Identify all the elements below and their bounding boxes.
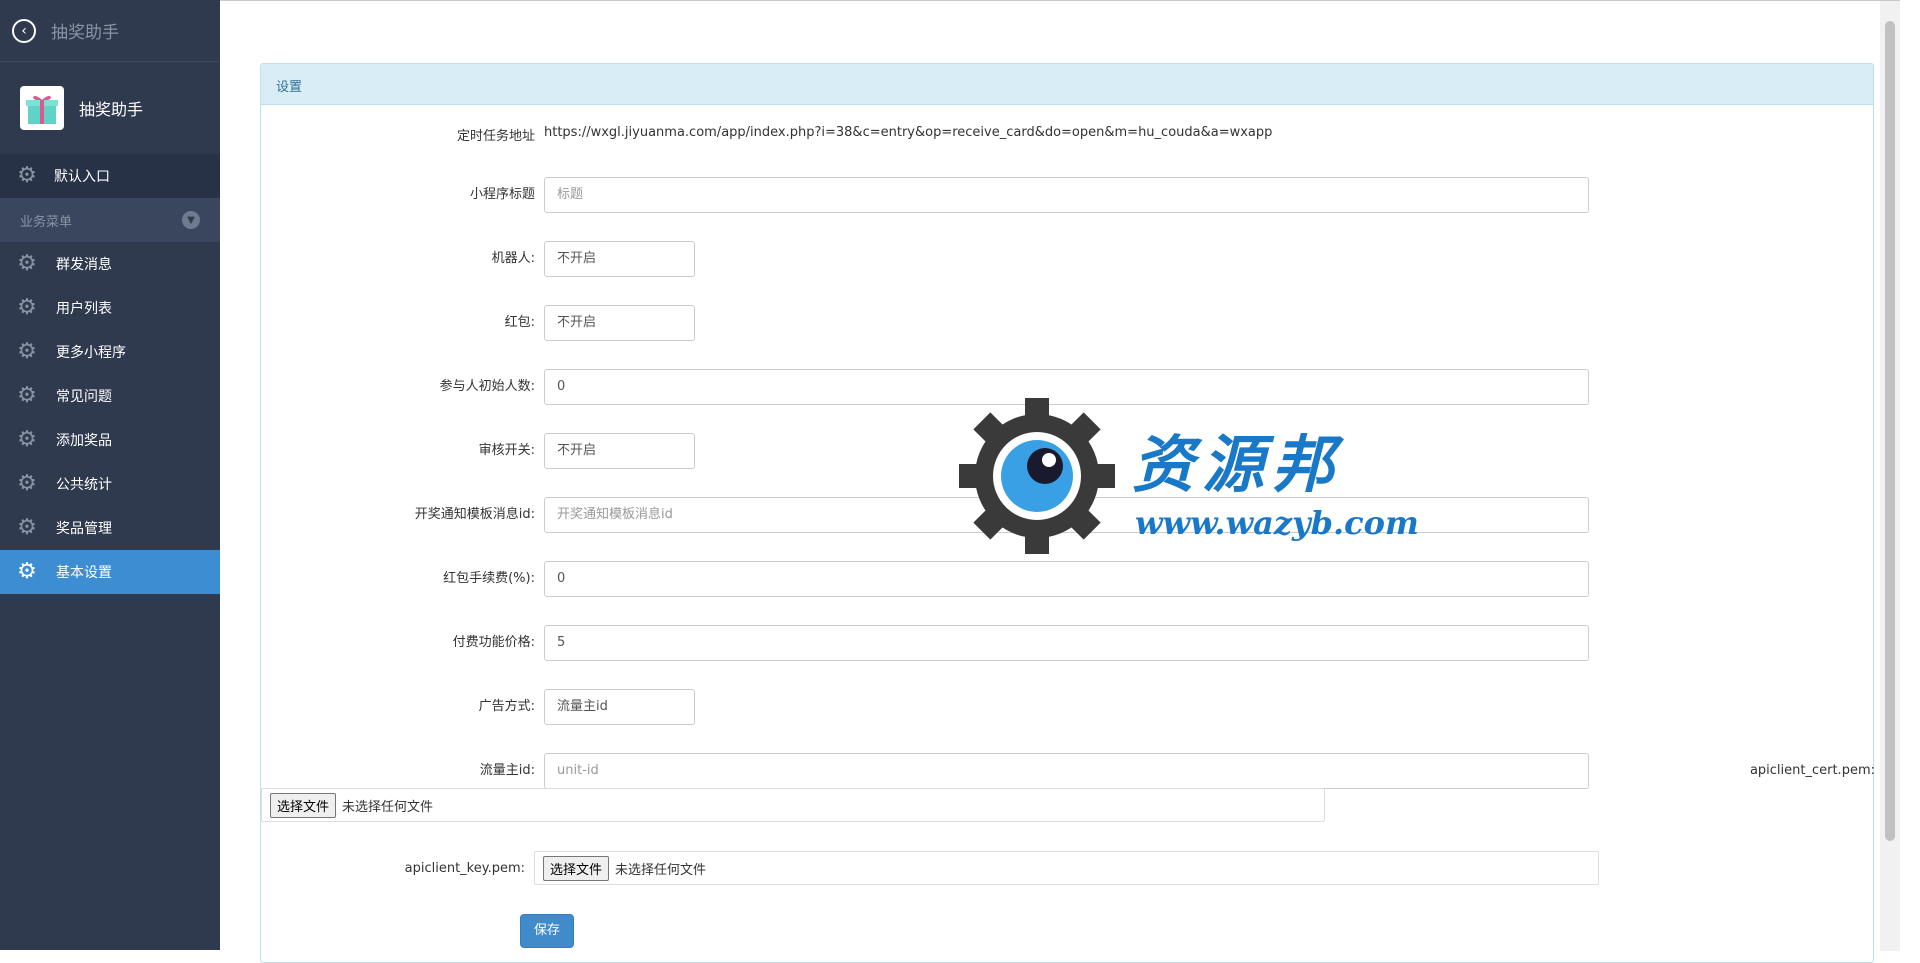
settings-panel: 设置 定时任务地址 https://wxgl.jiyuanma.com/app/… [260,63,1875,963]
title-input[interactable]: 标题 [544,177,1589,213]
gear-icon: ⚙ [17,295,37,320]
sidebar-group-business[interactable]: 业务菜单 ▼ [0,198,220,242]
panel-heading: 设置 [261,64,1873,105]
sidebar-item-broadcast[interactable]: ⚙ 群发消息 [0,242,220,286]
back-icon[interactable]: ‹ [12,18,36,43]
template-id-label: 开奖通知模板消息id: [414,507,535,522]
sidebar-item-label: 添加奖品 [56,433,112,449]
task-url-value: https://wxgl.jiyuanma.com/app/index.php?… [544,125,1273,140]
form-row-key: apiclient_key.pem: 选择文件 未选择任何文件 [261,851,1875,887]
key-choose-file-button[interactable]: 选择文件 [543,855,610,881]
initial-count-label: 参与人初始人数: [439,379,535,394]
sidebar-item-add-prize[interactable]: ⚙ 添加奖品 [0,418,220,462]
sidebar-item-label: 基本设置 [56,565,112,581]
price-label: 付费功能价格: [452,635,535,650]
sidebar-item-user-list[interactable]: ⚙ 用户列表 [0,286,220,330]
sidebar-header: ‹ 抽奖助手 [0,0,220,62]
sidebar-item-label: 奖品管理 [56,521,112,537]
key-label: apiclient_key.pem: [404,861,525,876]
sidebar-group-label: 业务菜单 [20,214,73,230]
task-url-label: 定时任务地址 [456,129,535,144]
form-row-ad-mode: 广告方式: 流量主id [261,689,1875,725]
form-row-task-url: 定时任务地址 https://wxgl.jiyuanma.com/app/ind… [261,119,1875,155]
form-row-initial-count: 参与人初始人数: 0 [261,369,1875,405]
form-row-template-id: 开奖通知模板消息id: 开奖通知模板消息id [261,497,1875,533]
gear-icon: ⚙ [17,251,37,276]
sidebar-item-label: 公共统计 [56,477,112,493]
sidebar-item-label: 常见问题 [56,389,112,405]
key-file-input: 选择文件 未选择任何文件 [534,851,1599,885]
gear-icon: ⚙ [17,163,37,188]
sidebar-item-public-stats[interactable]: ⚙ 公共统计 [0,462,220,506]
template-id-input[interactable]: 开奖通知模板消息id [544,497,1589,533]
form-row-unit-id: 流量主id: unit-id apiclient_cert.pem: [261,753,1875,789]
review-select[interactable]: 不开启 [544,433,695,469]
fee-label: 红包手续费(%): [443,571,535,586]
title-label: 小程序标题 [469,187,535,202]
form-row-fee: 红包手续费(%): 0 [261,561,1875,597]
form-row-robot: 机器人: 不开启 [261,241,1875,277]
redpack-label: 红包: [504,315,535,330]
form-row-price: 付费功能价格: 5 [261,625,1875,661]
app-name: 抽奖助手 [79,100,144,119]
sidebar-item-prize-management[interactable]: ⚙ 奖品管理 [0,506,220,550]
fee-input[interactable]: 0 [544,561,1589,597]
form-row-title: 小程序标题 标题 [261,177,1875,213]
sidebar-item-faq[interactable]: ⚙ 常见问题 [0,374,220,418]
gear-icon: ⚙ [17,383,37,408]
gear-icon: ⚙ [17,559,37,584]
unit-id-input[interactable]: unit-id [544,753,1589,789]
form-row-redpack: 红包: 不开启 [261,305,1875,341]
chevron-down-icon[interactable]: ▼ [182,211,200,229]
app-info: 抽奖助手 [0,62,220,154]
gift-icon [20,86,64,130]
sidebar-item-basic-settings[interactable]: ⚙ 基本设置 [0,550,220,594]
sidebar-top-title: 抽奖助手 [51,23,119,43]
sidebar-item-more-miniprograms[interactable]: ⚙ 更多小程序 [0,330,220,374]
gear-icon: ⚙ [17,427,37,452]
cert-file-input: 选择文件 未选择任何文件 [261,788,1325,822]
key-file-status: 未选择任何文件 [615,862,707,878]
gear-icon: ⚙ [17,471,37,496]
form-row-review: 审核开关: 不开启 [261,433,1875,469]
gear-icon: ⚙ [17,339,37,364]
ad-mode-select[interactable]: 流量主id [544,689,695,725]
cert-choose-file-button[interactable]: 选择文件 [270,792,337,818]
gear-icon: ⚙ [17,515,37,540]
robot-select[interactable]: 不开启 [544,241,695,277]
sidebar-item-label: 更多小程序 [56,345,126,361]
save-button[interactable]: 保存 [520,914,574,948]
sidebar-item-default-entry[interactable]: ⚙ 默认入口 [0,154,220,198]
sidebar-item-label: 群发消息 [56,257,112,273]
review-label: 审核开关: [478,443,535,458]
ad-mode-label: 广告方式: [478,699,535,714]
main-content: 设置 定时任务地址 https://wxgl.jiyuanma.com/app/… [220,0,1900,963]
initial-count-input[interactable]: 0 [544,369,1589,405]
sidebar-item-label: 用户列表 [56,301,112,317]
robot-label: 机器人: [491,251,535,266]
vertical-scrollbar[interactable] [1880,1,1900,951]
scrollbar-thumb[interactable] [1885,21,1895,841]
redpack-select[interactable]: 不开启 [544,305,695,341]
cert-file-status: 未选择任何文件 [342,799,434,815]
sidebar-item-label: 默认入口 [54,169,110,185]
unit-id-label: 流量主id: [479,763,535,778]
price-input[interactable]: 5 [544,625,1589,661]
cert-label: apiclient_cert.pem: [1749,763,1875,778]
sidebar: ‹ 抽奖助手 抽奖助手 ⚙ 默认入口 业务菜单 ▼ ⚙ 群发消息 ⚙ 用户列表 … [0,0,220,950]
